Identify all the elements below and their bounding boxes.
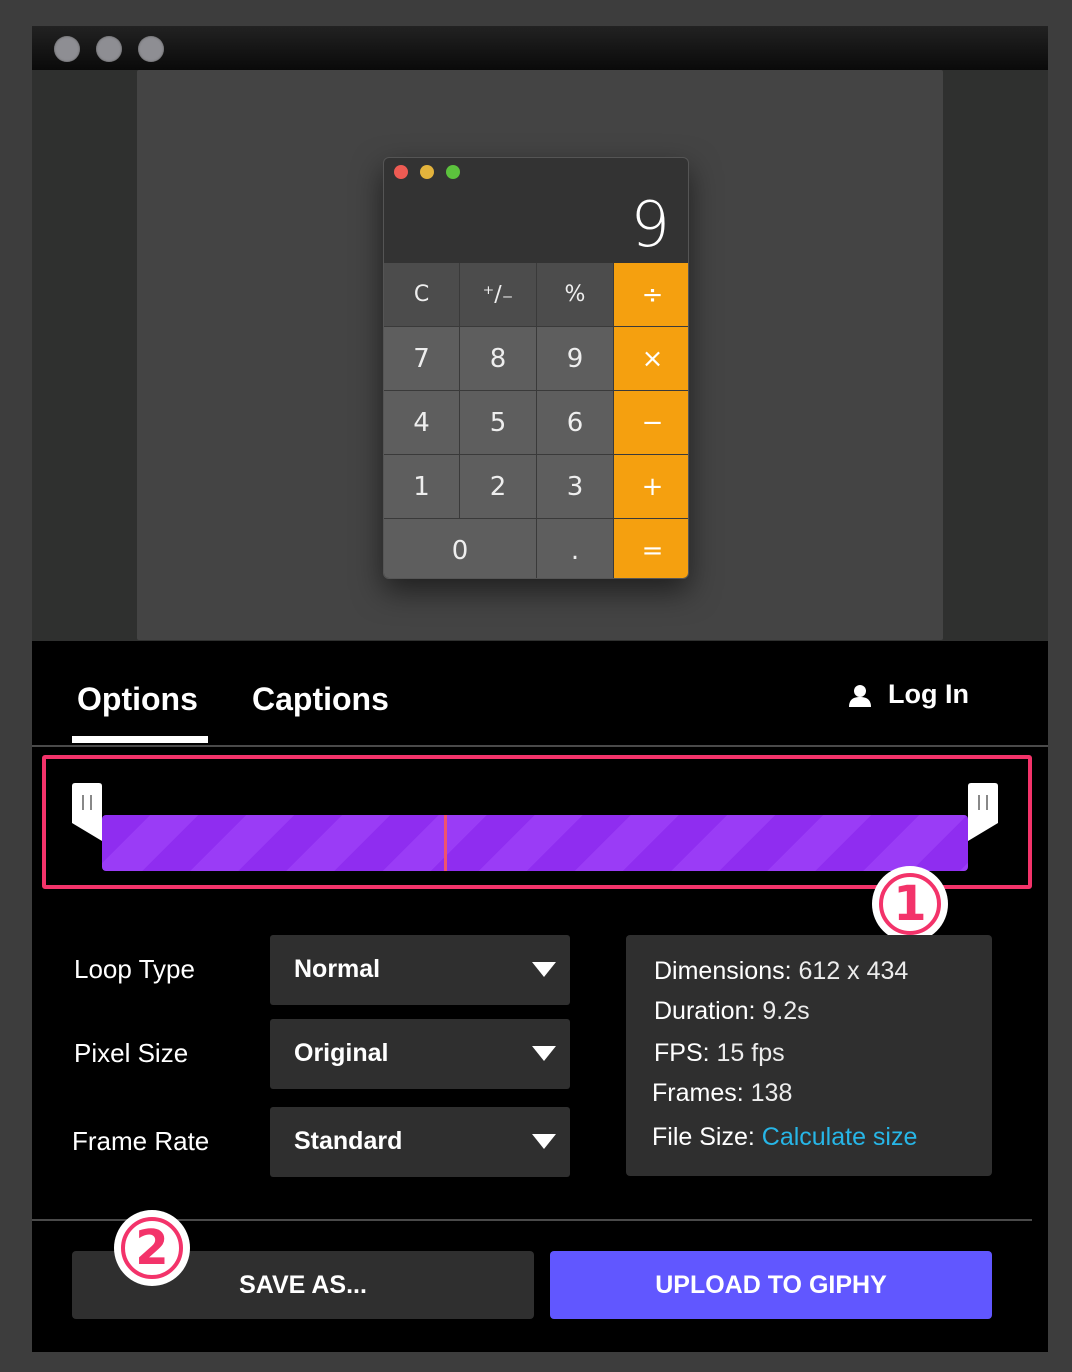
tab-bar: Options Captions Log In: [32, 641, 1048, 745]
duration-row: Duration: 9.2s: [654, 997, 810, 1025]
login-button[interactable]: Log In: [848, 679, 969, 710]
loop-type-select[interactable]: Normal: [270, 935, 570, 1005]
calc-key: 7: [384, 327, 459, 390]
calc-key: 5: [460, 391, 536, 454]
calc-key: 9: [537, 327, 613, 390]
fps-value: 15 fps: [716, 1039, 785, 1067]
gif-preview: 9 C ⁺∕₋% ÷ 7 8 9 × 4 5 6−1 2 3 +0. =: [137, 70, 943, 640]
frames-value: 138: [750, 1079, 793, 1107]
frame-rate-select[interactable]: Standard: [270, 1107, 570, 1177]
calc-key: %: [537, 263, 613, 326]
trim-start-handle[interactable]: [72, 783, 102, 841]
calc-key: ⁺∕₋: [460, 263, 536, 326]
actions-divider: [32, 1219, 1032, 1221]
pixel-size-select[interactable]: Original: [270, 1019, 570, 1089]
pixel-size-value: Original: [294, 1039, 389, 1067]
calculate-size-link[interactable]: Calculate size: [762, 1123, 918, 1151]
trim-end-handle[interactable]: [968, 783, 998, 841]
calc-key: 6: [537, 391, 613, 454]
calc-key: ×: [614, 327, 688, 390]
loop-type-value: Normal: [294, 955, 381, 983]
playhead[interactable]: [444, 815, 448, 871]
calculator-keypad: C ⁺∕₋% ÷ 7 8 9 × 4 5 6− 1 2 3 +0. =: [384, 263, 688, 578]
upload-to-giphy-button[interactable]: UPLOAD TO GIPHY: [550, 1251, 992, 1319]
calculator-display: 9: [630, 188, 670, 261]
calc-key: 8: [460, 327, 536, 390]
calc-close-dot: [394, 165, 408, 179]
calc-key: 1: [384, 455, 459, 518]
calc-key: 4: [384, 391, 459, 454]
calc-zoom-dot: [446, 165, 460, 179]
calc-key: =: [614, 519, 688, 578]
calc-minimize-dot: [420, 165, 434, 179]
chevron-down-icon: [532, 962, 556, 977]
dimensions-value: 612 x 434: [798, 957, 909, 985]
chevron-down-icon: [532, 1046, 556, 1061]
calc-key: 2: [460, 455, 536, 518]
tabs-divider: [32, 745, 1048, 747]
calc-key: 3: [537, 455, 613, 518]
chevron-down-icon: [532, 1134, 556, 1149]
minimize-window-button[interactable]: [96, 36, 122, 62]
tab-captions[interactable]: Captions: [252, 681, 389, 718]
calc-key: ÷: [614, 263, 688, 326]
gif-info-panel: Dimensions: 612 x 434 Duration: 9.2s FPS…: [626, 935, 992, 1176]
filesize-row: File Size: Calculate size: [652, 1123, 918, 1151]
zoom-window-button[interactable]: [138, 36, 164, 62]
calculator-window-preview: 9 C ⁺∕₋% ÷ 7 8 9 × 4 5 6−1 2 3 +0. =: [383, 157, 689, 579]
calc-key: .: [537, 519, 613, 578]
loop-type-label: Loop Type: [74, 954, 195, 984]
title-bar: [32, 26, 1048, 70]
frames-row: Frames: 138: [652, 1079, 793, 1107]
user-icon: [849, 684, 871, 707]
calc-key: C: [384, 263, 459, 326]
app-window: 9 C ⁺∕₋% ÷ 7 8 9 × 4 5 6−1 2 3 +0. = Options Captions…: [32, 26, 1048, 1352]
timeline-track[interactable]: [102, 815, 968, 871]
tab-options[interactable]: Options: [77, 681, 198, 718]
calc-key: 0: [384, 519, 536, 578]
calc-key: +: [614, 455, 688, 518]
annotation-badge-2: 2: [114, 1210, 190, 1286]
login-label: Log In: [888, 679, 969, 709]
frame-rate-value: Standard: [294, 1127, 403, 1155]
fps-row: FPS: 15 fps: [654, 1039, 785, 1067]
pixel-size-label: Pixel Size: [74, 1038, 189, 1068]
active-tab-indicator: [72, 736, 208, 743]
close-window-button[interactable]: [54, 36, 80, 62]
frame-rate-label: Frame Rate: [72, 1126, 210, 1156]
calc-key: −: [614, 391, 688, 454]
dimensions-row: Dimensions: 612 x 434: [654, 957, 909, 985]
duration-value: 9.2s: [762, 997, 810, 1025]
annotation-badge-1: 1: [872, 866, 948, 942]
